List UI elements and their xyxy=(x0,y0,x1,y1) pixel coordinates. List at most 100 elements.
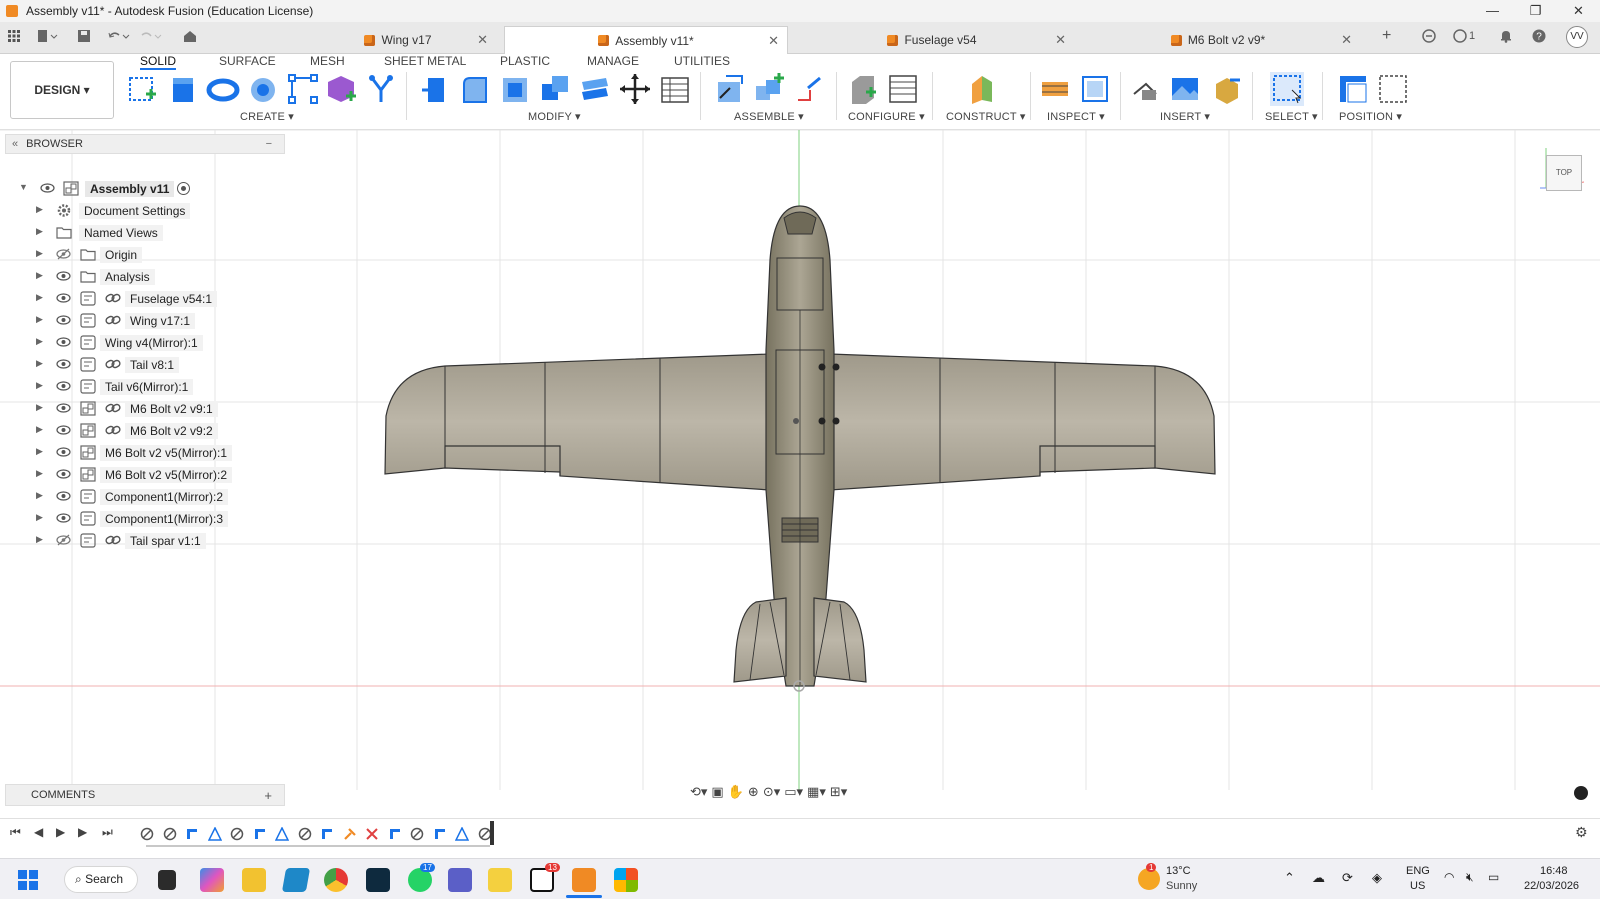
pan-icon[interactable]: ✋ xyxy=(728,784,744,800)
windows-start-icon[interactable] xyxy=(18,870,38,890)
data-panel-icon[interactable] xyxy=(1422,29,1436,46)
grid-menu-icon[interactable] xyxy=(8,30,20,45)
tab-m6-bolt[interactable]: M6 Bolt v2 v9* ✕ xyxy=(1076,26,1360,54)
file-menu-icon[interactable] xyxy=(38,30,58,45)
expand-arrow-icon[interactable]: ▶ xyxy=(36,380,43,391)
visibility-on-icon[interactable] xyxy=(56,402,71,414)
configuration-table-icon[interactable] xyxy=(886,72,920,106)
viewports-icon[interactable]: ⊞▾ xyxy=(830,784,847,800)
expand-arrow-icon[interactable]: ▶ xyxy=(36,490,43,501)
insert-derive-icon[interactable] xyxy=(1128,72,1162,106)
expand-arrow-icon[interactable]: ▶ xyxy=(36,314,43,325)
create-group-label[interactable]: CREATE ▾ xyxy=(240,110,294,123)
insert-canvas-icon[interactable] xyxy=(1168,72,1202,106)
modify-group-label[interactable]: MODIFY ▾ xyxy=(528,110,581,123)
position-group-label[interactable]: POSITION ▾ xyxy=(1339,110,1402,123)
timeline-settings-icon[interactable]: ⚙ xyxy=(1575,824,1588,841)
workspace-switcher-button[interactable]: DESIGN ▾ xyxy=(10,61,114,119)
minimize-button[interactable]: — xyxy=(1471,0,1514,22)
teams-icon[interactable] xyxy=(448,868,472,892)
new-component-icon[interactable] xyxy=(712,72,746,106)
file-explorer-icon[interactable] xyxy=(242,868,266,892)
tab-plastic[interactable]: PLASTIC xyxy=(500,54,550,70)
tab-wing[interactable]: Wing v17 ✕ xyxy=(300,26,496,54)
visibility-on-icon[interactable] xyxy=(56,292,71,304)
zoom-icon[interactable]: ⊕ xyxy=(748,784,759,800)
expand-arrow-icon[interactable]: ▶ xyxy=(36,402,43,413)
timeline-previous-icon[interactable]: ◀ xyxy=(34,825,43,839)
timeline-feature-joint-icon[interactable] xyxy=(410,827,424,841)
visibility-on-icon[interactable] xyxy=(56,468,71,480)
language-code[interactable]: ENG xyxy=(1406,865,1430,877)
viewcube[interactable]: TOP xyxy=(1546,155,1582,191)
create-form-icon[interactable] xyxy=(324,72,358,106)
timeline-feature-sketch-icon[interactable] xyxy=(274,826,290,841)
capture-position-icon[interactable] xyxy=(1336,72,1370,106)
security-icon[interactable]: ◈ xyxy=(1372,870,1382,886)
show-hidden-icons-icon[interactable]: ⌃ xyxy=(1284,870,1295,886)
timeline-feature-plane-icon[interactable] xyxy=(433,827,447,841)
timeline-feature-plane-icon[interactable] xyxy=(320,827,334,841)
timeline-feature-cross-icon[interactable] xyxy=(365,827,379,841)
timeline-next-icon[interactable]: ▶ xyxy=(78,825,87,839)
inspect-group-label[interactable]: INSPECT ▾ xyxy=(1047,110,1105,123)
timeline-first-icon[interactable]: ⏮ xyxy=(10,825,21,840)
timeline-last-icon[interactable]: ⏭ xyxy=(102,825,113,840)
move-copy-icon[interactable] xyxy=(618,72,652,106)
copilot-icon[interactable] xyxy=(200,868,224,892)
visibility-on-icon[interactable] xyxy=(56,424,71,436)
shell-icon[interactable] xyxy=(498,72,532,106)
timeline-feature-sketch-icon[interactable] xyxy=(207,826,222,841)
measure-icon[interactable] xyxy=(1038,72,1072,106)
tab-solid[interactable]: SOLID xyxy=(140,54,177,70)
timeline-marker[interactable] xyxy=(490,821,494,845)
insert-group-label[interactable]: INSERT ▾ xyxy=(1160,110,1210,123)
battery-icon[interactable]: ▭ xyxy=(1488,870,1499,884)
fusion-taskbar-icon[interactable] xyxy=(572,868,596,892)
expand-arrow-icon[interactable]: ▶ xyxy=(36,292,43,303)
expand-arrow-icon[interactable]: ▶ xyxy=(36,226,43,237)
timeline-play-icon[interactable]: ▶ xyxy=(56,825,65,839)
add-comment-icon[interactable]: + xyxy=(264,788,272,803)
expand-arrow-icon[interactable]: ▶ xyxy=(36,512,43,523)
sweep-icon[interactable] xyxy=(246,72,280,106)
wifi-icon[interactable]: ◠ xyxy=(1444,870,1454,884)
expand-arrow-icon[interactable]: ▶ xyxy=(36,270,43,281)
configure-group-label[interactable]: CONFIGURE ▾ xyxy=(848,110,925,123)
tab-utilities[interactable]: UTILITIES xyxy=(674,54,730,70)
terminal-app-icon[interactable] xyxy=(366,868,390,892)
as-built-joint-icon[interactable] xyxy=(792,72,826,106)
home-icon[interactable] xyxy=(183,30,197,46)
close-tab-icon[interactable]: ✕ xyxy=(477,32,488,48)
visibility-on-icon[interactable] xyxy=(56,336,71,348)
screencast-icon[interactable] xyxy=(1574,786,1588,800)
snipping-tool-icon[interactable] xyxy=(281,868,311,892)
timeline-feature-plane-icon[interactable] xyxy=(185,827,199,841)
timeline-feature-plane-icon[interactable] xyxy=(253,827,267,841)
timeline-feature-joint-icon[interactable] xyxy=(140,827,154,841)
expand-arrow-icon[interactable]: ▶ xyxy=(36,248,43,259)
split-body-icon[interactable] xyxy=(578,72,612,106)
visibility-on-icon[interactable] xyxy=(40,182,55,194)
timeline-feature-joint-icon[interactable] xyxy=(298,827,312,841)
expand-arrow-icon[interactable]: ▶ xyxy=(36,358,43,369)
press-pull-icon[interactable] xyxy=(418,72,452,106)
timeline-feature-plane-icon[interactable] xyxy=(388,827,402,841)
look-at-icon[interactable]: ▣ xyxy=(711,784,723,800)
visibility-on-icon[interactable] xyxy=(56,512,71,524)
display-settings-icon[interactable]: ▭▾ xyxy=(784,784,803,800)
loft-icon[interactable] xyxy=(286,72,320,106)
joint-icon[interactable] xyxy=(752,72,786,106)
new-tab-icon[interactable]: + xyxy=(1382,27,1391,45)
timeline-feature-pin-icon[interactable] xyxy=(343,827,357,841)
insert-mcmaster-icon[interactable] xyxy=(1210,72,1244,106)
notifications-icon[interactable] xyxy=(1500,29,1512,46)
visibility-on-icon[interactable] xyxy=(56,446,71,458)
expand-arrow-icon[interactable]: ▶ xyxy=(36,446,43,457)
visibility-on-icon[interactable] xyxy=(56,270,71,282)
clock-date[interactable]: 22/03/2026 xyxy=(1524,880,1579,892)
timeline-feature-joint-icon[interactable] xyxy=(163,827,177,841)
create-derive-icon[interactable] xyxy=(364,72,398,106)
microsoft-store-icon[interactable] xyxy=(614,868,638,892)
visibility-off-icon[interactable] xyxy=(56,534,71,546)
